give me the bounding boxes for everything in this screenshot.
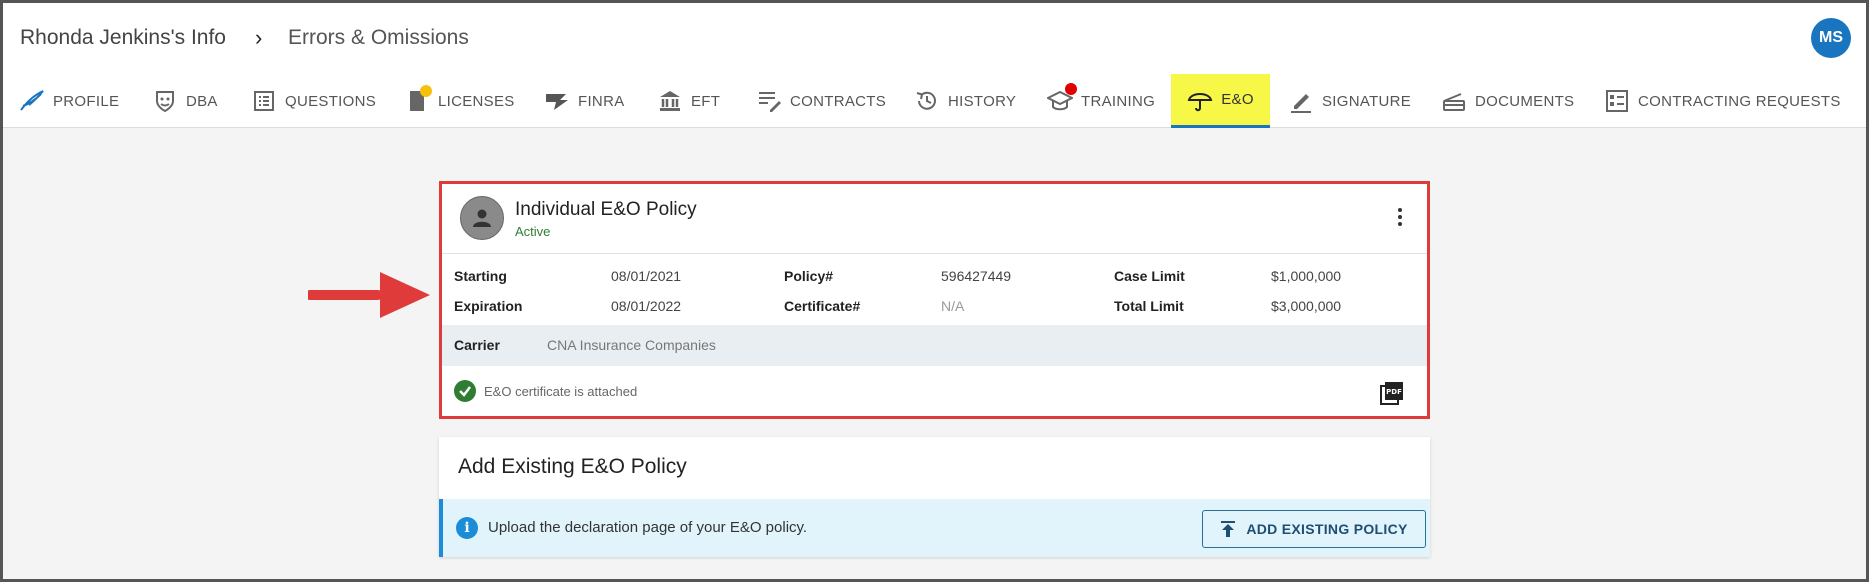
tab-label: EFT: [691, 92, 721, 110]
add-existing-policy-button[interactable]: ADD EXISTING POLICY: [1202, 510, 1426, 548]
tab-label: DOCUMENTS: [1475, 92, 1575, 110]
total-limit-value: $3,000,000: [1271, 298, 1342, 314]
tab-eft[interactable]: EFT: [657, 74, 720, 128]
user-initials: MS: [1819, 29, 1843, 46]
pdf-icon[interactable]: PDF: [1379, 380, 1405, 406]
breadcrumb-current: Errors & Omissions: [288, 26, 469, 49]
tab-label: TRAINING: [1081, 92, 1156, 110]
tab-finra[interactable]: FINRA: [544, 74, 625, 128]
red-arrow-annotation: [308, 272, 430, 318]
starting-value: 08/01/2021: [611, 268, 682, 284]
attachment-status: E&O certificate is attached: [454, 380, 637, 402]
notification-badge: [1065, 83, 1077, 95]
tab-bar: PROFILE DBA QUESTIONS LICENSES FINRA EFT…: [0, 74, 1869, 128]
request-list-icon: [1606, 90, 1628, 112]
add-existing-policy-card: Add Existing E&O Policy i Upload the dec…: [439, 437, 1430, 557]
tab-eo[interactable]: E&O: [1171, 74, 1270, 128]
user-avatar[interactable]: MS: [1811, 18, 1851, 58]
expiration-value: 08/01/2022: [611, 298, 682, 314]
tab-label: CONTRACTS: [790, 92, 887, 110]
certificate-value: N/A: [941, 298, 965, 314]
info-banner: i Upload the declaration page of your E&…: [439, 499, 1430, 557]
tab-signature[interactable]: SIGNATURE: [1288, 74, 1411, 128]
feather-icon: [20, 90, 44, 111]
expiration-label: Expiration: [454, 298, 523, 314]
tab-label: PROFILE: [53, 92, 120, 110]
starting-label: Starting: [454, 268, 507, 284]
carrier-row: Carrier CNA Insurance Companies: [442, 325, 1427, 366]
tab-history[interactable]: HISTORY: [914, 74, 1016, 128]
check-circle-icon: [454, 380, 476, 402]
tab-label: LICENSES: [438, 92, 515, 110]
policy-title: Individual E&O Policy: [515, 199, 697, 220]
carrier-value: CNA Insurance Companies: [547, 337, 716, 353]
person-icon: [460, 196, 504, 240]
case-limit-label: Case Limit: [1114, 268, 1185, 284]
umbrella-icon: [1187, 92, 1213, 111]
theater-mask-icon: [156, 91, 174, 113]
policy-status: Active: [515, 224, 551, 239]
history-icon: [916, 91, 936, 110]
upload-icon: [1221, 521, 1236, 537]
finra-icon: [546, 94, 568, 110]
tab-contracting-requests[interactable]: CONTRACTING REQUESTS: [1604, 74, 1841, 128]
tab-label: HISTORY: [948, 92, 1017, 110]
card-header: Individual E&O Policy Active: [442, 184, 1427, 254]
page-header: Rhonda Jenkins's Info › Errors & Omissio…: [0, 0, 1869, 74]
pen-icon: [1291, 94, 1311, 113]
tab-contracts[interactable]: CONTRACTS: [756, 74, 886, 128]
tab-training[interactable]: TRAINING: [1047, 74, 1155, 128]
notification-badge: [420, 85, 432, 97]
attachment-text: E&O certificate is attached: [484, 383, 638, 399]
edit-note-icon: [759, 92, 781, 112]
tab-label: SIGNATURE: [1322, 92, 1412, 110]
more-vert-icon[interactable]: [1395, 206, 1405, 230]
case-limit-value: $1,000,000: [1271, 268, 1342, 284]
tab-label: QUESTIONS: [285, 92, 377, 110]
info-icon: i: [456, 517, 478, 539]
breadcrumb-parent[interactable]: Rhonda Jenkins's Info: [20, 26, 226, 50]
certificate-label: Certificate#: [784, 298, 861, 314]
policy-number-value: 596427449: [941, 268, 1012, 284]
tab-questions[interactable]: QUESTIONS: [251, 74, 376, 128]
eo-policy-card: Individual E&O Policy Active Starting 08…: [439, 181, 1430, 419]
tab-label: CONTRACTING REQUESTS: [1638, 92, 1841, 110]
chevron-right-icon: ›: [255, 25, 263, 50]
tab-profile[interactable]: PROFILE: [19, 74, 119, 128]
tab-documents[interactable]: DOCUMENTS: [1441, 74, 1574, 128]
add-existing-title: Add Existing E&O Policy: [458, 455, 687, 478]
info-text: Upload the declaration page of your E&O …: [488, 519, 808, 536]
svg-text:PDF: PDF: [1386, 388, 1402, 396]
tray-icon: [1443, 93, 1465, 111]
carrier-label: Carrier: [454, 337, 500, 353]
tab-dba[interactable]: DBA: [152, 74, 218, 128]
tab-label: DBA: [186, 92, 218, 110]
list-icon: [254, 91, 274, 111]
add-existing-button-label: ADD EXISTING POLICY: [1246, 521, 1408, 537]
tab-label: FINRA: [578, 92, 625, 110]
tab-licenses[interactable]: LICENSES: [404, 74, 515, 128]
tab-label: E&O: [1221, 91, 1254, 108]
total-limit-label: Total Limit: [1114, 298, 1184, 314]
policy-number-label: Policy#: [784, 268, 834, 284]
bank-icon: [660, 91, 680, 111]
